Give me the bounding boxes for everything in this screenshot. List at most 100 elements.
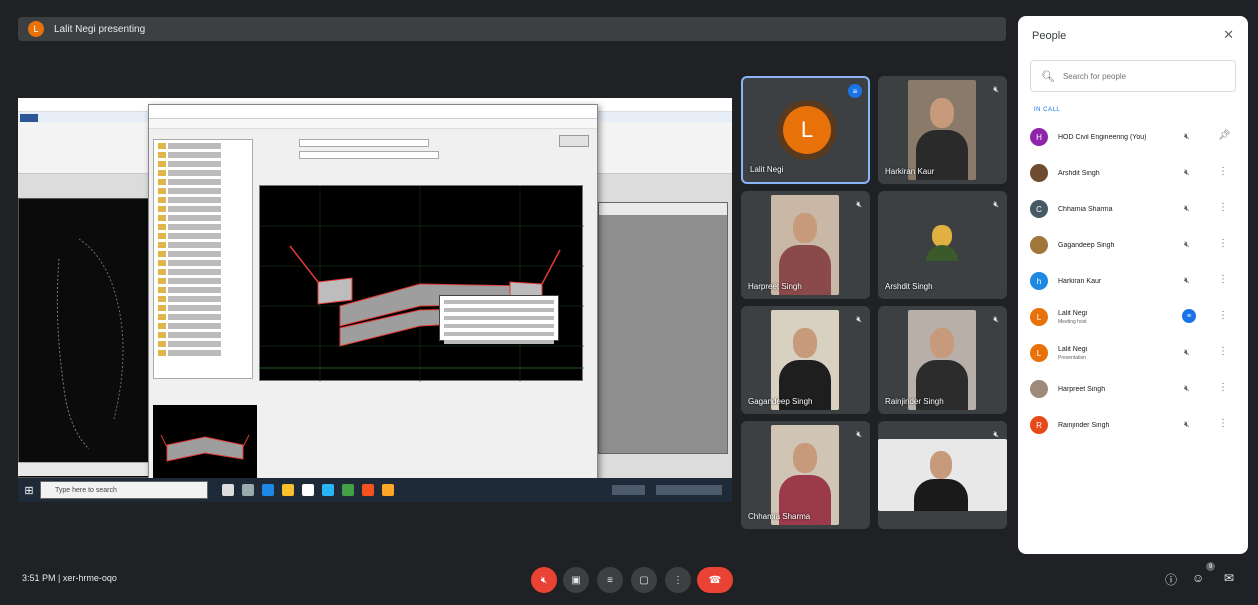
template-form	[259, 133, 589, 179]
speaking-indicator-icon: ≡	[1182, 309, 1196, 323]
participant-name-text: Rainjinder Singh	[1058, 421, 1110, 429]
meeting-time-code: 3:51 PM | xer-hrme-oqo	[22, 573, 117, 583]
participant-row[interactable]: Harpreet Singh 🔇︎ ⋮	[1018, 371, 1248, 407]
close-icon[interactable]: ✕	[1223, 27, 1234, 43]
participant-avatar	[1030, 164, 1048, 182]
mic-off-icon[interactable]: 🔇︎	[1184, 347, 1190, 358]
participant-row[interactable]: L Lalit Negi Presentation 🔇︎ ⋮	[1018, 335, 1248, 371]
participant-name: Gagandeep Singh	[1058, 242, 1176, 249]
participant-name-text: Harkiran Kaur	[1058, 277, 1102, 285]
participant-tile[interactable]: 🔇︎ Harpreet Singh	[741, 191, 870, 299]
more-vert-icon[interactable]: ⋮	[1218, 382, 1228, 393]
participant-name: Harkiran Kaur	[885, 167, 935, 176]
mic-off-icon[interactable]: 🔇︎	[1184, 203, 1190, 214]
mic-off-icon[interactable]: 🔇︎	[1184, 131, 1190, 142]
mic-off-icon[interactable]: 🔇︎	[1184, 239, 1190, 250]
info-icon[interactable]: ⓘ	[1165, 571, 1177, 588]
speaking-indicator-icon: ≡	[848, 84, 862, 98]
more-vert-icon[interactable]: ⋮	[1218, 274, 1228, 285]
template-close-button	[559, 135, 589, 147]
in-call-section-label: IN CALL	[1034, 107, 1061, 113]
template-preview	[153, 405, 257, 481]
participant-name: Chhamia Sharma	[1058, 206, 1176, 213]
participant-name: Lalit Negi Presentation	[1058, 346, 1176, 361]
plan-view-drawing	[56, 238, 124, 450]
remote-taskbar-search: Type here to search	[40, 481, 208, 499]
template-tree	[153, 139, 253, 379]
participant-name-text: HOD Civil Engineering (You)	[1058, 133, 1147, 141]
participant-row[interactable]: Gagandeep Singh 🔇︎ ⋮	[1018, 227, 1248, 263]
mic-off-icon[interactable]: 🔇︎	[1184, 167, 1190, 178]
mic-off-icon[interactable]: 🔇︎	[1184, 419, 1190, 430]
people-search-input[interactable]	[1062, 71, 1223, 81]
captions-button[interactable]: ≡	[597, 567, 623, 593]
participant-avatar: H	[1030, 128, 1048, 146]
more-options-button[interactable]: ⋮	[665, 567, 691, 593]
present-button[interactable]: ▢	[631, 567, 657, 593]
participant-name-text: Chhamia Sharma	[1058, 205, 1113, 213]
participant-tile[interactable]: 🔇︎ Chhamia Sharma	[741, 421, 870, 529]
cross-section-tooltip	[439, 295, 559, 344]
participant-row[interactable]: h Harkiran Kaur 🔇︎ ⋮	[1018, 263, 1248, 299]
participant-avatar: L	[1030, 308, 1048, 326]
participant-row[interactable]: Arshdit Singh 🔇︎ ⋮	[1018, 155, 1248, 191]
participant-video	[908, 310, 976, 410]
people-panel-title: People	[1032, 30, 1067, 42]
participant-tile[interactable]: L ≡ Lalit Negi	[741, 76, 870, 184]
more-vert-icon[interactable]: ⋮	[1218, 310, 1228, 321]
mic-off-icon: 🔇︎	[993, 199, 999, 209]
remote-taskbar-apps	[222, 484, 394, 496]
more-vert-icon[interactable]: ⋮	[1218, 166, 1228, 177]
participant-name: Harpreet Singh	[748, 282, 802, 291]
search-icon: 🔍︎	[1041, 70, 1055, 83]
participant-role: Meeting host	[1058, 318, 1087, 325]
participant-avatar: R	[1030, 416, 1048, 434]
participant-name: Chhamia Sharma	[748, 512, 811, 521]
presenting-banner: L Lalit Negi presenting	[18, 17, 1006, 41]
more-vert-icon[interactable]: ⋮	[1218, 346, 1228, 357]
participant-name: Arshdit Singh	[1058, 170, 1176, 177]
participant-name: Arshdit Singh	[885, 282, 933, 291]
participant-tile[interactable]: 🔇︎ Gagandeep Singh	[741, 306, 870, 414]
cross-section-drawing	[260, 186, 584, 382]
mic-off-icon: 🔇︎	[856, 429, 862, 439]
remote-file-tab	[20, 114, 38, 122]
remote-system-tray	[612, 485, 722, 495]
camera-toggle-button[interactable]: ▣	[563, 567, 589, 593]
participant-avatar: L	[783, 106, 831, 154]
participant-row[interactable]: C Chhamia Sharma 🔇︎ ⋮	[1018, 191, 1248, 227]
participant-video	[908, 80, 976, 180]
participant-tile[interactable]: 🔇︎ Rainjinder Singh	[878, 306, 1007, 414]
participant-name-text: Arshdit Singh	[1058, 169, 1100, 177]
pin-icon[interactable]: 📌︎	[1218, 130, 1231, 141]
template-cross-section	[259, 185, 584, 382]
participant-tile[interactable]: 🔇︎ Arshdit Singh	[878, 191, 1007, 299]
leave-call-button[interactable]: ☎	[697, 567, 733, 593]
participant-avatar	[1030, 236, 1048, 254]
participant-tile[interactable]: 🔇︎ Harkiran Kaur	[878, 76, 1007, 184]
mic-off-icon[interactable]: 🔇︎	[1184, 275, 1190, 286]
participant-avatar: L	[1030, 344, 1048, 362]
more-vert-icon[interactable]: ⋮	[1218, 202, 1228, 213]
shared-screen[interactable]: ⊞ Type here to search	[18, 98, 732, 502]
mic-off-icon: 🔇︎	[993, 84, 999, 94]
participant-row[interactable]: L Lalit Negi Meeting host ≡ ⋮	[1018, 299, 1248, 335]
mic-off-icon: 🔇︎	[993, 429, 999, 439]
participant-name: Lalit Negi Meeting host	[1058, 310, 1176, 325]
presenting-text: Lalit Negi presenting	[54, 23, 146, 35]
participant-row[interactable]: H HOD Civil Engineering (You) 🔇︎ 📌︎	[1018, 119, 1248, 155]
participant-name: HOD Civil Engineering (You)	[1058, 134, 1176, 141]
participant-count-badge: 9	[1206, 562, 1215, 571]
chat-icon[interactable]: ✉	[1224, 571, 1234, 585]
participant-name: Lalit Negi	[750, 165, 784, 174]
more-vert-icon[interactable]: ⋮	[1218, 238, 1228, 249]
participant-row[interactable]: R Rainjinder Singh 🔇︎ ⋮	[1018, 407, 1248, 443]
mic-toggle-button[interactable]: 🔇︎	[531, 567, 557, 593]
more-vert-icon[interactable]: ⋮	[1218, 418, 1228, 429]
participant-video	[771, 425, 839, 525]
people-icon[interactable]: ☺	[1192, 571, 1204, 585]
participant-tile[interactable]: 🔇︎	[878, 421, 1007, 529]
people-search[interactable]: 🔍︎	[1030, 60, 1236, 92]
participant-list: H HOD Civil Engineering (You) 🔇︎ 📌︎ Arshdit …	[1018, 119, 1248, 443]
mic-off-icon[interactable]: 🔇︎	[1184, 383, 1190, 394]
